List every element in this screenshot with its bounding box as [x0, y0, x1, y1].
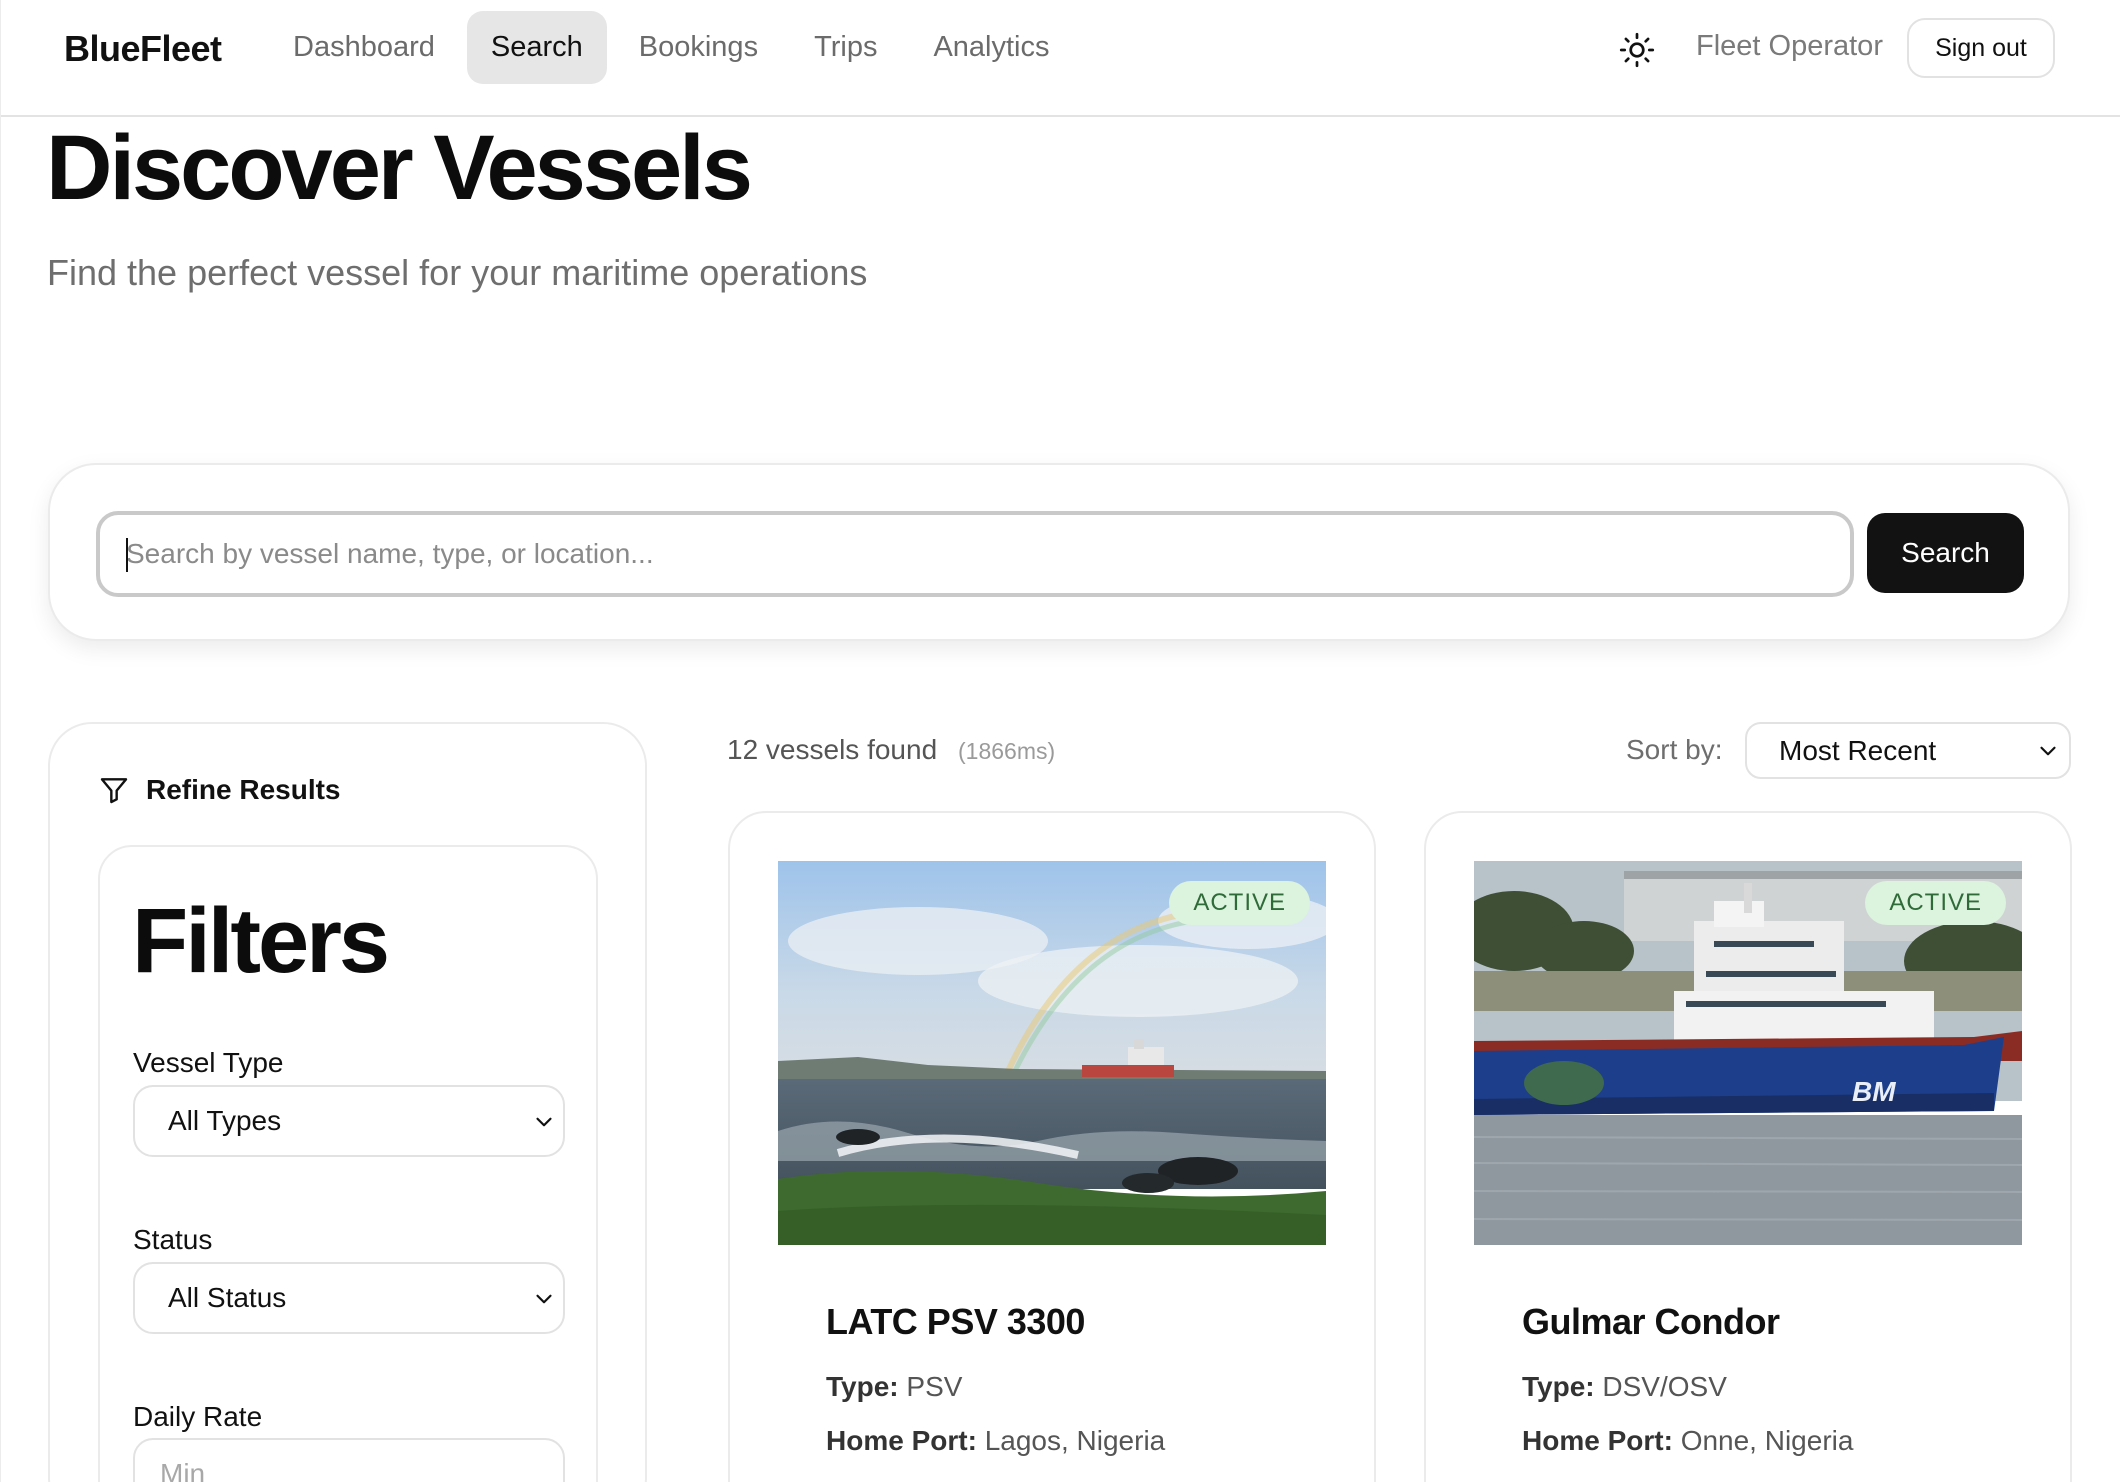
user-role-label: Fleet Operator	[1696, 30, 1883, 62]
vessel-photo: BM ACTIVE	[1474, 861, 2022, 1245]
daily-rate-min-input[interactable]	[133, 1438, 565, 1482]
filters-title: Filters	[132, 890, 390, 992]
vessel-type-row: Type: PSV	[826, 1371, 962, 1403]
results-time: (1866ms)	[958, 738, 1056, 764]
hull-lettering: BM	[1852, 1076, 1896, 1107]
vessel-photo: ACTIVE	[778, 861, 1326, 1245]
text-caret	[126, 538, 128, 572]
status-badge: ACTIVE	[1169, 881, 1310, 925]
refine-results-label: Refine Results	[146, 774, 341, 805]
status-value: All Status	[168, 1282, 287, 1313]
theme-toggle-button[interactable]	[1615, 28, 1659, 72]
sort-label: Sort by:	[1626, 734, 1723, 765]
filters-sidebar: Refine Results Filters Vessel Type All T…	[48, 722, 647, 1482]
status-label: Status	[133, 1224, 213, 1255]
main-nav: Dashboard Search Bookings Trips Analytic…	[269, 11, 1082, 84]
chevron-down-icon	[2040, 746, 2056, 756]
vessel-type-value: PSV	[906, 1371, 963, 1402]
status-badge: ACTIVE	[1865, 881, 2006, 925]
nav-analytics[interactable]: Analytics	[909, 11, 1073, 84]
brand-logo[interactable]: BlueFleet	[64, 28, 222, 70]
page-title: Discover Vessels	[46, 117, 753, 219]
vessel-name[interactable]: LATC PSV 3300	[826, 1301, 1085, 1343]
chevron-down-icon	[536, 1117, 552, 1127]
top-navbar: BlueFleet Dashboard Search Bookings Trip…	[1, 0, 2120, 117]
sign-out-button[interactable]: Sign out	[1907, 18, 2055, 78]
vessel-port-row: Home Port: Onne, Nigeria	[1522, 1425, 1853, 1457]
sort-select[interactable]: Most Recent	[1745, 722, 2071, 779]
vessel-type-row: Type: DSV/OSV	[1522, 1371, 1727, 1403]
results-count: 12 vessels found	[727, 734, 938, 765]
vessel-name[interactable]: Gulmar Condor	[1522, 1301, 1780, 1343]
refine-results-header: Refine Results	[98, 774, 341, 806]
page-subtitle: Find the perfect vessel for your maritim…	[47, 252, 868, 293]
nav-bookings[interactable]: Bookings	[615, 11, 782, 84]
chevron-down-icon	[536, 1294, 552, 1304]
vessel-type-key: Type:	[1522, 1371, 1603, 1402]
daily-rate-label: Daily Rate	[133, 1401, 263, 1432]
filters-card: Filters Vessel Type All Types Status All…	[98, 845, 598, 1482]
vessel-card[interactable]: BM ACTIVE Gulmar Condor Type: DSV/OSV Ho…	[1424, 811, 2072, 1482]
filter-icon	[100, 778, 128, 804]
vessel-type-key: Type:	[826, 1371, 907, 1402]
nav-trips[interactable]: Trips	[790, 11, 901, 84]
vessel-type-value: DSV/OSV	[1602, 1371, 1727, 1402]
sun-icon	[1619, 32, 1655, 68]
vessel-type-label: Vessel Type	[133, 1047, 284, 1078]
vessel-type-value: All Types	[168, 1105, 282, 1136]
vessel-port-key: Home Port:	[1522, 1425, 1681, 1456]
status-select[interactable]: All Status	[133, 1262, 565, 1334]
nav-search[interactable]: Search	[466, 11, 607, 84]
sort-value: Most Recent	[1779, 734, 1937, 766]
search-panel: Search	[48, 463, 2070, 641]
vessel-card[interactable]: ACTIVE LATC PSV 3300 Type: PSV Home Port…	[728, 811, 1376, 1482]
vessel-port-value: Onne, Nigeria	[1680, 1425, 1854, 1456]
vessel-type-select[interactable]: All Types	[133, 1085, 565, 1157]
search-button[interactable]: Search	[1867, 513, 2024, 593]
vessel-port-row: Home Port: Lagos, Nigeria	[826, 1425, 1165, 1457]
nav-dashboard[interactable]: Dashboard	[269, 11, 459, 84]
vessel-port-value: Lagos, Nigeria	[984, 1425, 1166, 1456]
vessel-port-key: Home Port:	[826, 1425, 985, 1456]
page: BlueFleet Dashboard Search Bookings Trip…	[0, 0, 2120, 1482]
search-input[interactable]	[96, 511, 1854, 597]
